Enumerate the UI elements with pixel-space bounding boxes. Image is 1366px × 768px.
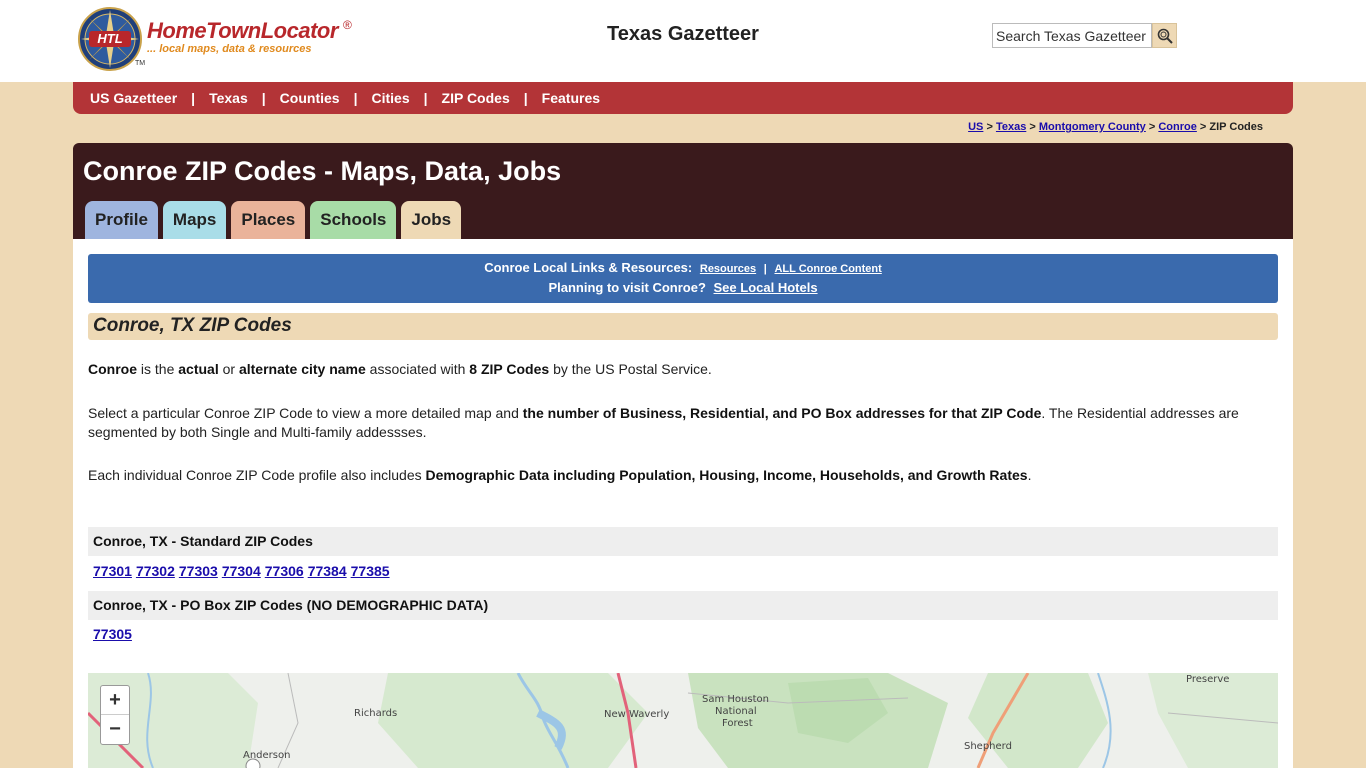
detail-bold: the number of Business, Residential, and… <box>522 405 1042 421</box>
city-name: Conroe <box>88 361 137 377</box>
intro-bold-alt: alternate city name <box>238 361 366 377</box>
map-label-sam-houston: Sam Houston <box>702 694 769 705</box>
logo-wordmark: HomeTownLocator <box>147 18 338 43</box>
breadcrumb-link-county[interactable]: Montgomery County <box>1039 121 1146 133</box>
local-links-banner: Conroe Local Links & Resources: Resource… <box>88 254 1278 303</box>
breadcrumb-current: ZIP Codes <box>1209 121 1263 133</box>
map-label-preserve: Preserve <box>1186 674 1230 685</box>
intro-bold-actual: actual <box>178 361 219 377</box>
nav-item-texas[interactable]: Texas <box>209 90 248 106</box>
resources-link[interactable]: Resources <box>700 263 756 275</box>
search-icon <box>1157 28 1173 44</box>
logo-registered-mark: ® <box>343 18 352 32</box>
intro-text: by the US Postal Service. <box>549 361 712 377</box>
zip-link[interactable]: 77303 <box>179 563 218 579</box>
intro-text: or <box>218 361 239 377</box>
map-label-richards: Richards <box>354 708 398 719</box>
search-input[interactable] <box>992 23 1152 48</box>
nav-separator: | <box>523 90 528 106</box>
page-title: Conroe ZIP Codes - Maps, Data, Jobs <box>83 156 562 186</box>
demographics-bold: Demographic Data including Population, H… <box>425 467 1028 483</box>
map-label-national: National <box>715 706 757 717</box>
zip-link[interactable]: 77301 <box>93 563 132 579</box>
zoom-in-button[interactable]: + <box>101 686 129 715</box>
nav-separator: | <box>261 90 266 106</box>
main-content: Conroe Local Links & Resources: Resource… <box>73 239 1293 768</box>
visit-label: Planning to visit Conroe? <box>548 280 706 295</box>
breadcrumb-separator: > <box>986 121 996 133</box>
main-nav: US Gazetteer | Texas | Counties | Cities… <box>73 82 1293 114</box>
standard-zip-heading: Conroe, TX - Standard ZIP Codes <box>88 527 1278 556</box>
nav-separator: | <box>353 90 358 106</box>
zip-map[interactable]: + − Richards Anderson New Waverly Sam Ho… <box>88 673 1278 768</box>
breadcrumb-separator: > <box>1148 121 1159 133</box>
nav-item-zip-codes[interactable]: ZIP Codes <box>442 90 510 106</box>
tab-schools[interactable]: Schools <box>310 201 397 239</box>
tab-profile[interactable]: Profile <box>85 201 158 239</box>
map-zoom-control: + − <box>100 685 130 745</box>
breadcrumb-link-us[interactable]: US <box>968 121 983 133</box>
page-header: Conroe ZIP Codes - Maps, Data, Jobs Prof… <box>73 143 1293 239</box>
demographics-text: . <box>1027 467 1032 483</box>
logo-emblem-text: HTL <box>97 31 123 46</box>
breadcrumb-link-texas[interactable]: Texas <box>996 121 1026 133</box>
local-links-label: Conroe Local Links & Resources: <box>484 260 693 275</box>
detail-text: Select a particular Conroe ZIP Code to v… <box>88 405 523 421</box>
logo-trademark: TM <box>135 60 146 67</box>
nav-item-cities[interactable]: Cities <box>371 90 409 106</box>
breadcrumb: US > Texas > Montgomery County > Conroe … <box>968 121 1263 133</box>
section-tabs: Profile Maps Places Schools Jobs <box>85 201 462 239</box>
pobox-zip-list: 77305 <box>93 626 136 642</box>
search-button[interactable] <box>1152 23 1177 48</box>
map-label-anderson: Anderson <box>243 750 291 761</box>
tab-jobs[interactable]: Jobs <box>401 201 462 239</box>
local-hotels-link[interactable]: See Local Hotels <box>714 280 818 295</box>
tab-maps[interactable]: Maps <box>162 201 227 239</box>
intro-text: is the <box>137 361 179 377</box>
demographics-text: Each individual Conroe ZIP Code profile … <box>88 467 426 483</box>
site-title: Texas Gazetteer <box>607 23 759 45</box>
map-label-shepherd: Shepherd <box>964 741 1012 752</box>
site-logo[interactable]: HTL HomeTownLocator ® ... local maps, da… <box>77 6 367 74</box>
zip-link[interactable]: 77384 <box>308 563 347 579</box>
zoom-out-button[interactable]: − <box>101 715 129 744</box>
map-label-new-waverly: New Waverly <box>604 709 670 720</box>
section-heading: Conroe, TX ZIP Codes <box>88 313 1278 340</box>
detail-paragraph: Select a particular Conroe ZIP Code to v… <box>88 404 1278 442</box>
demographics-paragraph: Each individual Conroe ZIP Code profile … <box>88 466 1278 485</box>
link-divider: | <box>763 263 767 275</box>
zip-link[interactable]: 77305 <box>93 626 132 642</box>
nav-item-features[interactable]: Features <box>542 90 600 106</box>
nav-item-counties[interactable]: Counties <box>280 90 340 106</box>
nav-item-us-gazetteer[interactable]: US Gazetteer <box>90 90 177 106</box>
pobox-zip-heading: Conroe, TX - PO Box ZIP Codes (NO DEMOGR… <box>88 591 1278 620</box>
zip-link[interactable]: 77306 <box>265 563 304 579</box>
intro-text: associated with <box>365 361 470 377</box>
breadcrumb-link-conroe[interactable]: Conroe <box>1158 121 1197 133</box>
zip-count: 8 ZIP Codes <box>469 361 550 377</box>
intro-paragraph: Conroe is the actual or alternate city n… <box>88 360 1278 379</box>
breadcrumb-separator: > <box>1199 121 1210 133</box>
standard-zip-list: 77301 77302 77303 77304 77306 77384 77385 <box>93 563 394 579</box>
nav-separator: | <box>191 90 196 106</box>
map-label-forest: Forest <box>722 718 753 729</box>
top-header: HTL HomeTownLocator ® ... local maps, da… <box>0 0 1366 82</box>
tab-places[interactable]: Places <box>231 201 306 239</box>
all-conroe-content-link[interactable]: ALL Conroe Content <box>774 263 881 275</box>
logo-tagline: ... local maps, data & resources <box>147 43 312 55</box>
zip-link[interactable]: 77385 <box>351 563 390 579</box>
breadcrumb-separator: > <box>1029 121 1039 133</box>
zip-link[interactable]: 77302 <box>136 563 175 579</box>
search-box <box>992 23 1178 48</box>
nav-separator: | <box>423 90 428 106</box>
zip-link[interactable]: 77304 <box>222 563 261 579</box>
